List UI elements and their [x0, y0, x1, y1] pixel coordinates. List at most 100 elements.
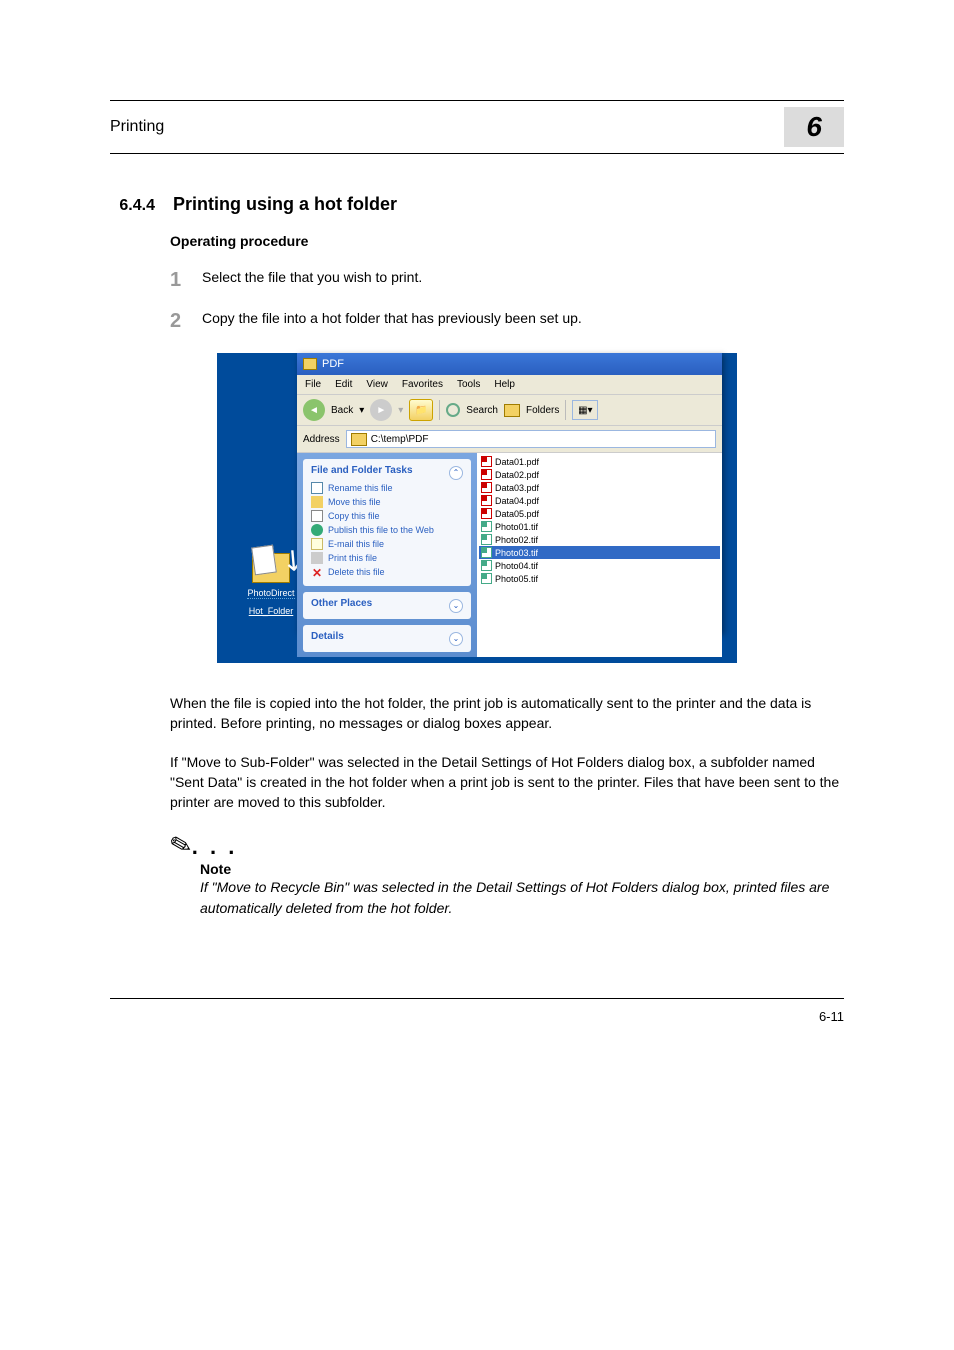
task-label: Publish this file to the Web	[328, 525, 434, 535]
pdf-icon	[481, 508, 492, 519]
rename-icon	[311, 482, 323, 494]
note-text: If "Move to Recycle Bin" was selected in…	[200, 877, 844, 918]
print-icon	[311, 552, 323, 564]
task-copy[interactable]: Copy this file	[311, 510, 463, 522]
other-places-panel[interactable]: Other Places ⌄	[303, 592, 471, 619]
step-text: Copy the file into a hot folder that has…	[202, 310, 582, 333]
file-item[interactable]: Photo01.tif	[479, 520, 720, 533]
file-name: Photo03.tif	[495, 548, 538, 558]
page-number: 6-11	[819, 1009, 844, 1024]
file-name: Data04.pdf	[495, 496, 539, 506]
explorer-window: PDF File Edit View Favorites Tools Help …	[297, 353, 722, 633]
expand-icon[interactable]: ⌄	[449, 632, 463, 646]
menu-edit[interactable]: Edit	[335, 379, 352, 390]
address-bar: Address C:\temp\PDF	[297, 426, 722, 453]
delete-icon: ✕	[311, 566, 323, 578]
body-paragraph: If "Move to Sub-Folder" was selected in …	[170, 752, 844, 813]
file-name: Photo05.tif	[495, 574, 538, 584]
chapter-number: 6	[806, 111, 822, 142]
task-delete[interactable]: ✕ Delete this file	[311, 566, 463, 578]
step-number: 2	[170, 310, 184, 333]
step-1: 1 Select the file that you wish to print…	[170, 269, 844, 292]
address-value: C:\temp\PDF	[371, 434, 429, 445]
back-label[interactable]: Back	[331, 405, 353, 416]
task-label: Delete this file	[328, 567, 385, 577]
tif-icon	[481, 573, 492, 584]
details-title: Details	[311, 631, 344, 642]
toolbar-separator	[439, 400, 440, 420]
section-title: Printing using a hot folder	[173, 194, 397, 215]
page-header: Printing 6	[110, 100, 844, 154]
forward-button[interactable]: ►	[370, 399, 392, 421]
header-left: Printing	[110, 118, 164, 136]
file-name: Photo01.tif	[495, 522, 538, 532]
file-item[interactable]: Photo05.tif	[479, 572, 720, 585]
menu-help[interactable]: Help	[494, 379, 515, 390]
web-icon	[311, 524, 323, 536]
search-icon[interactable]	[446, 403, 460, 417]
other-places-title: Other Places	[311, 598, 372, 609]
task-publish[interactable]: Publish this file to the Web	[311, 524, 463, 536]
titlebar: PDF	[297, 353, 722, 375]
explorer-sidebar: File and Folder Tasks ⌃ Rename this file…	[297, 453, 477, 657]
file-item[interactable]: Data01.pdf	[479, 455, 720, 468]
file-item[interactable]: Photo02.tif	[479, 533, 720, 546]
folders-label[interactable]: Folders	[526, 405, 559, 416]
file-item[interactable]: Data04.pdf	[479, 494, 720, 507]
file-name: Data02.pdf	[495, 470, 539, 480]
expand-icon[interactable]: ⌄	[449, 599, 463, 613]
up-button[interactable]: 📁	[409, 399, 433, 421]
task-label: Print this file	[328, 553, 377, 563]
address-input[interactable]: C:\temp\PDF	[346, 430, 716, 448]
hot-folder-label-1: PhotoDirect	[247, 588, 294, 599]
screenshot-figure: PhotoDirect Hot_Folder ↘ PDF File Edit V…	[217, 353, 737, 663]
file-item[interactable]: Photo04.tif	[479, 559, 720, 572]
menu-file[interactable]: File	[305, 379, 321, 390]
collapse-icon[interactable]: ⌃	[449, 466, 463, 480]
menu-view[interactable]: View	[366, 379, 388, 390]
file-item[interactable]: Data05.pdf	[479, 507, 720, 520]
folder-icon	[303, 358, 317, 370]
file-item[interactable]: Data03.pdf	[479, 481, 720, 494]
tif-icon	[481, 547, 492, 558]
step-2: 2 Copy the file into a hot folder that h…	[170, 310, 844, 333]
menubar: File Edit View Favorites Tools Help	[297, 375, 722, 394]
task-move[interactable]: Move this file	[311, 496, 463, 508]
toolbar-separator	[565, 400, 566, 420]
subheading: Operating procedure	[170, 233, 844, 249]
views-button[interactable]: ▦▾	[572, 400, 598, 420]
toolbar: ◄ Back ▾ ► ▾ 📁 Search Folders ▦▾	[297, 394, 722, 426]
search-label[interactable]: Search	[466, 405, 498, 416]
file-name: Data05.pdf	[495, 509, 539, 519]
task-email[interactable]: E-mail this file	[311, 538, 463, 550]
folder-icon	[351, 433, 367, 446]
file-name: Photo02.tif	[495, 535, 538, 545]
tasks-panel: File and Folder Tasks ⌃ Rename this file…	[303, 459, 471, 586]
file-name: Photo04.tif	[495, 561, 538, 571]
task-label: Rename this file	[328, 483, 393, 493]
back-button[interactable]: ◄	[303, 399, 325, 421]
address-label: Address	[303, 434, 340, 445]
file-item[interactable]: Data02.pdf	[479, 468, 720, 481]
menu-tools[interactable]: Tools	[457, 379, 480, 390]
move-icon	[311, 496, 323, 508]
window-title: PDF	[322, 358, 344, 370]
step-number: 1	[170, 269, 184, 292]
task-rename[interactable]: Rename this file	[311, 482, 463, 494]
step-text: Select the file that you wish to print.	[202, 269, 422, 292]
file-list[interactable]: Data01.pdf Data02.pdf Data03.pdf Data04.…	[477, 453, 722, 657]
forward-dropdown-icon[interactable]: ▾	[398, 405, 403, 416]
section-number: 6.4.4	[110, 197, 155, 215]
pdf-icon	[481, 469, 492, 480]
file-name: Data01.pdf	[495, 457, 539, 467]
email-icon	[311, 538, 323, 550]
body-paragraph: When the file is copied into the hot fol…	[170, 693, 844, 734]
note-dots: . . .	[192, 834, 238, 859]
details-panel[interactable]: Details ⌄	[303, 625, 471, 652]
page-footer: 6-11	[110, 998, 844, 1024]
menu-favorites[interactable]: Favorites	[402, 379, 443, 390]
back-dropdown-icon[interactable]: ▾	[359, 405, 364, 416]
folders-icon[interactable]	[504, 404, 520, 417]
file-item-selected[interactable]: Photo03.tif	[479, 546, 720, 559]
task-print[interactable]: Print this file	[311, 552, 463, 564]
